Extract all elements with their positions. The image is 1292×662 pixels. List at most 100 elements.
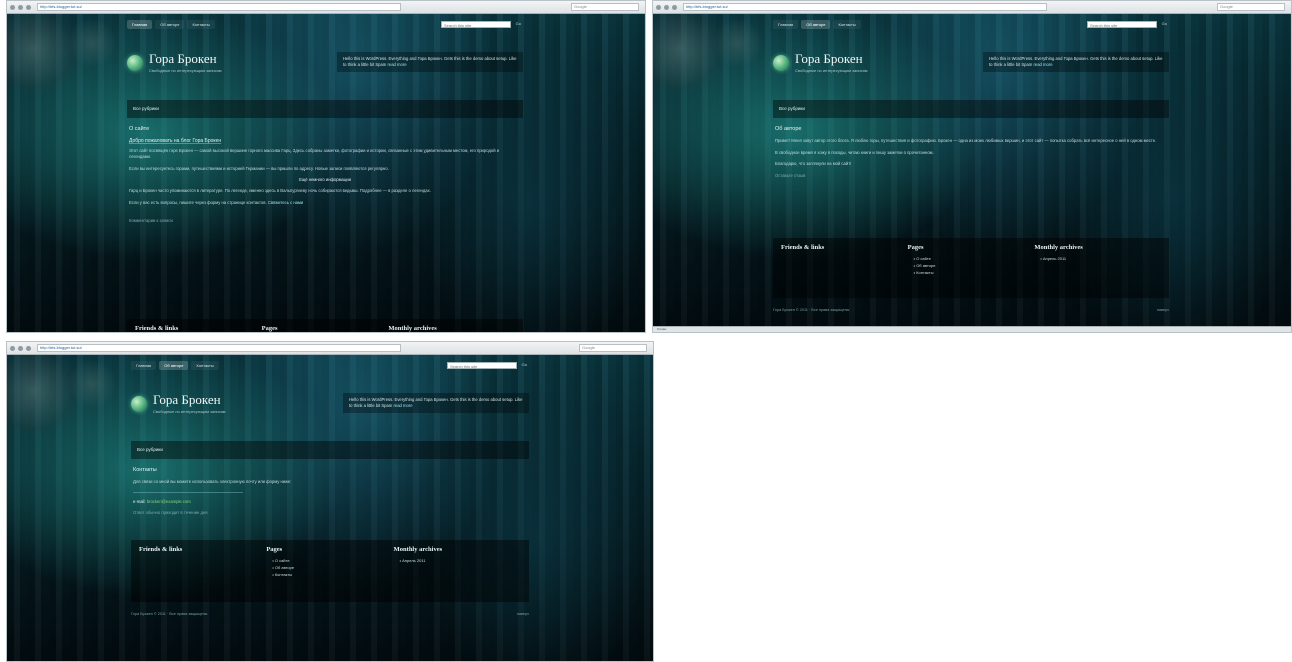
back-to-top-link[interactable]: наверх (1157, 308, 1169, 312)
email-link[interactable]: brocken@example.com (147, 499, 191, 504)
paragraph: Для связи со мной вы можете использовать… (133, 479, 292, 485)
site: Главная Об авторе Контакты Search this s… (131, 355, 529, 661)
nav-about[interactable]: Об авторе (159, 361, 189, 370)
page-content: О сайте Добро пожаловать на блог Гора Бр… (129, 126, 521, 230)
logo-icon[interactable] (773, 54, 789, 71)
browser-window-2: http://bfs-blogger.tut.su/ Google Главна… (652, 0, 1292, 333)
footer-link[interactable]: Контакты (914, 269, 1035, 276)
header-note-link[interactable]: read more (1033, 62, 1052, 67)
header-note: Hello this is WordPress. Everything and … (343, 393, 529, 413)
site-header: Гора Брокен Свободные по интересующим за… (131, 393, 226, 414)
site-title[interactable]: Гора Брокен (149, 52, 222, 66)
copyright-bar: Гора Брокен © 2011 · Все права защищены … (773, 308, 1169, 312)
copyright-bar: Гора Брокен © 2011 · Все права защищены … (131, 612, 529, 616)
categories-menu[interactable]: Все рубрики (131, 441, 529, 459)
top-nav: Главная Об авторе Контакты (773, 20, 861, 29)
site: Главная Об авторе Контакты Search this s… (773, 14, 1169, 326)
forward-icon[interactable] (664, 4, 669, 10)
nav-about[interactable]: Об авторе (155, 20, 185, 29)
footer-archives: Monthly archives Апрель 2011 (394, 546, 521, 596)
copyright: Гора Брокен © 2011 · Все права защищены (773, 308, 850, 312)
top-nav: Главная Об авторе Контакты (127, 20, 215, 29)
footer-link[interactable]: О сайте (272, 557, 393, 564)
page-title: О сайте (129, 126, 150, 132)
footer-friends: Friends & links (781, 244, 908, 292)
nav-contacts[interactable]: Контакты (833, 20, 861, 29)
site-tagline: Свободные по интересующим записям (149, 68, 222, 73)
back-to-top-link[interactable]: наверх (517, 612, 529, 616)
page-content: Контакты Для связи со мной вы можете исп… (133, 467, 527, 522)
reply-note: Ответ обычно приходит в течение дня (133, 510, 208, 516)
footer-link[interactable]: Апрель 2011 (1040, 255, 1161, 262)
forward-icon[interactable] (18, 345, 23, 351)
header-note-link[interactable]: read more (393, 403, 412, 408)
site-header: Гора Брокен Свободные по интересующим за… (773, 52, 868, 73)
contact-link[interactable]: Свяжитесь с нами (268, 200, 303, 205)
footer-pages: Pages (262, 325, 389, 332)
footer-link[interactable]: Апрель 2011 (400, 557, 521, 564)
footer-friends: Friends & links (139, 546, 266, 596)
page-viewport: Главная Об авторе Контакты Search this s… (7, 14, 645, 332)
site-search-button[interactable]: Go (516, 21, 521, 26)
categories-menu[interactable]: Все рубрики (773, 100, 1169, 118)
paragraph: В свободное время я хожу в походы, читаю… (775, 149, 934, 155)
logo-icon[interactable] (131, 395, 147, 412)
paragraph: Если вы интересуетесь горами, путешестви… (129, 165, 389, 171)
site-title[interactable]: Гора Брокен (795, 52, 868, 66)
back-icon[interactable] (10, 345, 15, 351)
browser-search-box[interactable]: Google (571, 3, 639, 11)
site-tagline: Свободные по интересующим записям (153, 409, 226, 414)
site: Главная Об авторе Контакты Search this s… (127, 14, 523, 332)
footer-link[interactable]: Об авторе (914, 262, 1035, 269)
browser-toolbar: http://bfs-blogger.tut.su/ Google (7, 342, 653, 355)
reload-icon[interactable] (26, 4, 31, 10)
categories-menu[interactable]: Все рубрики (127, 100, 523, 118)
site-search-button[interactable]: Go (522, 362, 527, 367)
back-icon[interactable] (656, 4, 661, 10)
paragraph: Привет! Меня зовут автор этого блога. Я … (775, 138, 1157, 144)
reload-icon[interactable] (672, 4, 677, 10)
nav-home[interactable]: Главная (773, 20, 799, 29)
page-title: Об авторе (775, 126, 802, 132)
site-search-button[interactable]: Go (1162, 21, 1167, 26)
browser-toolbar: http://bfs-blogger.tut.su/ Google (7, 1, 645, 14)
footer-pages: Pages О сайте Об авторе Контакты (266, 546, 393, 596)
footer-archives: Monthly archives Апрель 2011 (1034, 244, 1161, 292)
footer-link[interactable]: О сайте (914, 255, 1035, 262)
footer-archives: Monthly archives (388, 325, 515, 332)
site-title[interactable]: Гора Брокен (153, 393, 226, 407)
footer-heading: Friends & links (135, 325, 179, 332)
address-bar[interactable]: http://bfs-blogger.tut.su/ (37, 3, 401, 11)
status-bar: Готово (653, 326, 1291, 332)
browser-search-box[interactable]: Google (1217, 3, 1285, 11)
header-note-link[interactable]: read more (387, 62, 406, 67)
footer-link[interactable]: Контакты (272, 571, 393, 578)
nav-about[interactable]: Об авторе (801, 20, 831, 29)
reload-icon[interactable] (26, 345, 31, 351)
site-search-input[interactable]: Search this site (447, 362, 517, 369)
footer-friends: Friends & links (135, 325, 262, 332)
page-viewport: Главная Об авторе Контакты Search this s… (7, 355, 653, 661)
post-title[interactable]: Добро пожаловать на блог Гора Брокен (129, 138, 521, 144)
nav-home[interactable]: Главная (131, 361, 157, 370)
address-bar[interactable]: http://bfs-blogger.tut.su/ (683, 3, 1047, 11)
site-search-input[interactable]: Search this site (441, 21, 511, 28)
footer-widgets: Friends & links Pages О сайте Об авторе … (773, 238, 1169, 298)
logo-icon[interactable] (127, 54, 143, 71)
comments-link[interactable]: Комментарии к записи (129, 218, 521, 224)
browser-window-1: http://bfs-blogger.tut.su/ Google Главна… (6, 0, 646, 333)
nav-contacts[interactable]: Контакты (191, 361, 219, 370)
footer-heading: Friends & links (139, 546, 183, 553)
back-icon[interactable] (10, 4, 15, 10)
footer-heading: Monthly archives (1034, 244, 1083, 251)
forward-icon[interactable] (18, 4, 23, 10)
browser-search-box[interactable]: Google (579, 344, 647, 352)
footer-link[interactable]: Об авторе (272, 564, 393, 571)
feedback-link[interactable]: Оставьте отзыв (775, 173, 1167, 179)
footer-heading: Monthly archives (393, 546, 443, 553)
nav-contacts[interactable]: Контакты (187, 20, 215, 29)
address-bar[interactable]: http://bfs-blogger.tut.su/ (37, 344, 401, 352)
site-tagline: Свободные по интересующим записям (795, 68, 868, 73)
site-search-input[interactable]: Search this site (1087, 21, 1157, 28)
nav-home[interactable]: Главная (127, 20, 153, 29)
